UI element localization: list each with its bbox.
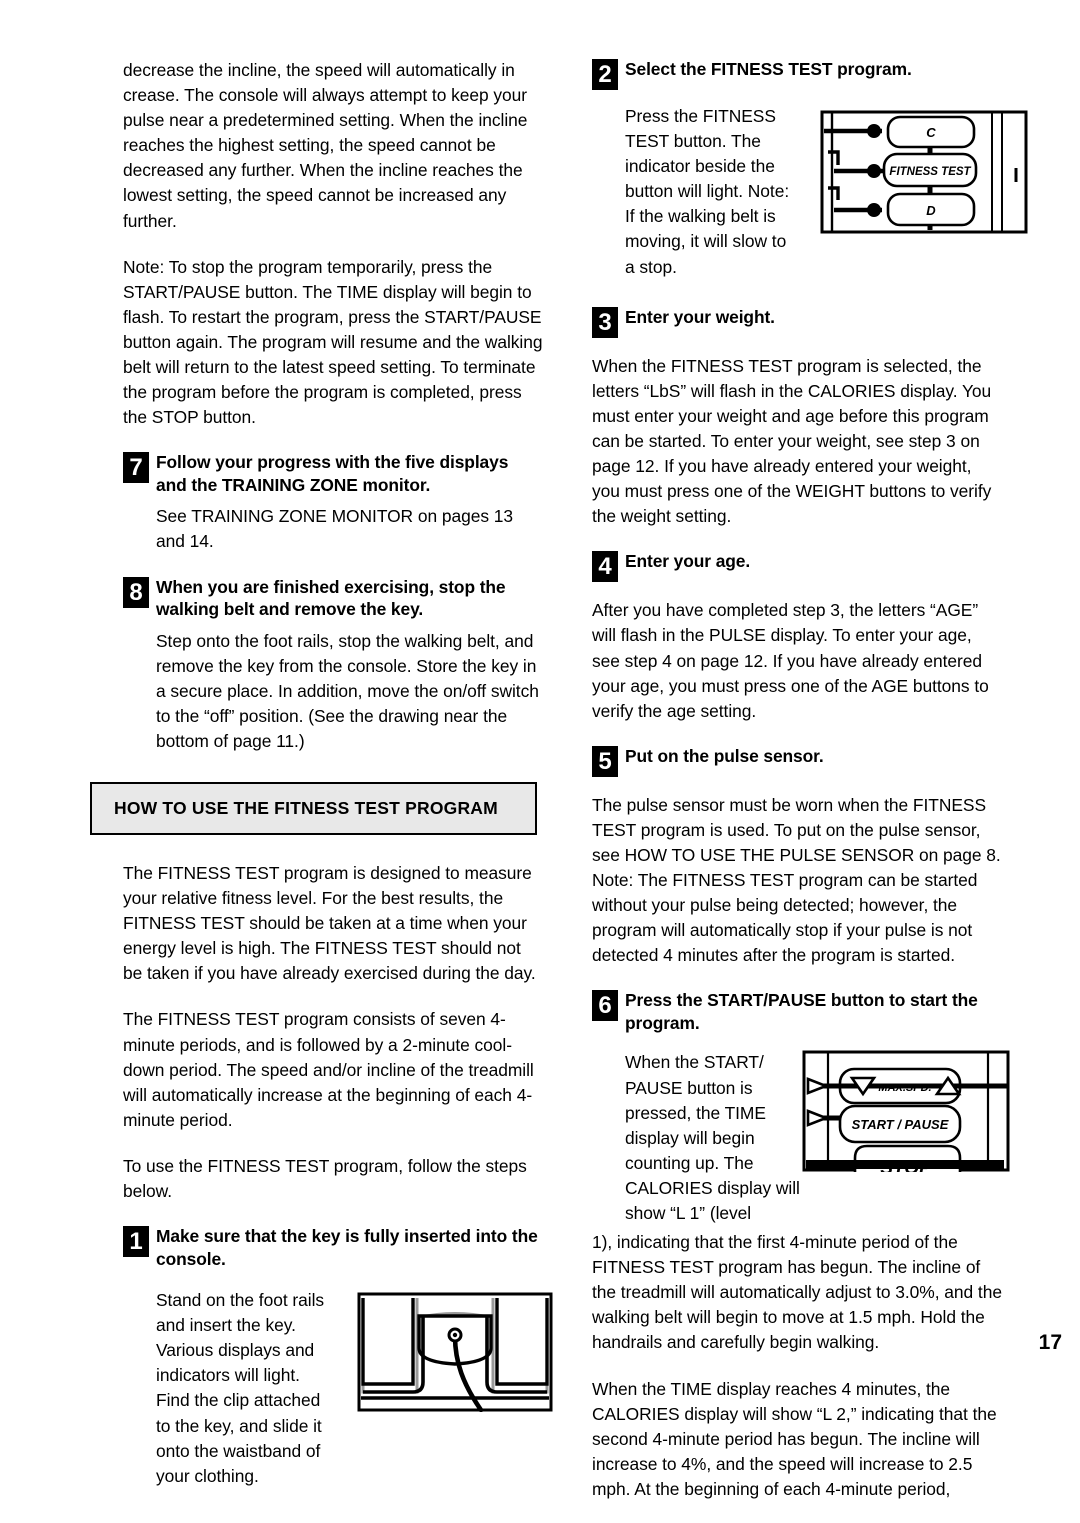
- step-3-title: Enter your weight.: [625, 306, 775, 327]
- right-column: 2 Select the FITNESS TEST program. Press…: [592, 58, 1028, 1523]
- step-4-body: After you have completed step 3, the let…: [592, 600, 989, 721]
- step-6-title: Press the START/PAUSE button to start th…: [625, 990, 978, 1033]
- step-6: 6 Press the START/PAUSE button to start …: [592, 989, 1004, 1034]
- step-5-title: Put on the pulse sensor.: [625, 745, 824, 766]
- step-4-number: 4: [592, 551, 618, 583]
- max-speed-button-label: MAX.SPD.: [878, 1082, 931, 1094]
- paragraph-incline-speed: decrease the incline, the speed will aut…: [123, 60, 528, 231]
- step-6-body-wrap: 1), indicating that the first 4-minute p…: [592, 1232, 1002, 1353]
- paragraph-note-stop-program: Note: To stop the program temporarily, p…: [123, 256, 543, 428]
- step-6-number: 6: [592, 990, 618, 1022]
- step-2-body: Press the FITNESS TEST button. The indic…: [625, 106, 790, 277]
- step-1-number: 1: [123, 1226, 149, 1258]
- step-7-number: 7: [123, 452, 149, 484]
- step-5-body: The pulse sensor must be worn when the F…: [592, 794, 1001, 966]
- step-5: 5 Put on the pulse sensor.: [592, 745, 1004, 777]
- step-6-body-narrow: When the START/ PAUSE button is pressed,…: [625, 1052, 800, 1223]
- step-6-body-last: When the TIME display reaches 4 minutes,…: [592, 1378, 997, 1499]
- step-8: 8 When you are finished exercising, stop…: [123, 576, 543, 621]
- start-pause-button-label: START / PAUSE: [852, 1117, 949, 1132]
- step-4: 4 Enter your age.: [592, 550, 1004, 583]
- console-button-panel-diagram: C FITNESS TEST D: [820, 110, 1028, 234]
- step-7: 7 Follow your progress with the five dis…: [123, 451, 543, 496]
- step-8-number: 8: [123, 576, 149, 608]
- manual-page: decrease the incline, the speed will aut…: [0, 0, 1080, 1499]
- console-button-label-fitness-test: FITNESS TEST: [889, 166, 971, 178]
- console-button-label-d: D: [926, 203, 936, 218]
- step-8-title: When you are finished exercising, stop t…: [156, 576, 506, 620]
- step-5-number: 5: [592, 745, 618, 777]
- key-insertion-diagram: [357, 1292, 553, 1413]
- paragraph-fitness-test-intro-3: To use the FITNESS TEST program, follow …: [123, 1155, 527, 1201]
- step-3: 3 Enter your weight.: [592, 306, 1004, 338]
- start-pause-button-diagram: MAX.SPD. START / PAUSE STOP: [802, 1050, 1010, 1173]
- step-1-body: Stand on the foot rails and insert the k…: [156, 1290, 325, 1486]
- step-8-body: Step onto the foot rails, stop the walki…: [156, 630, 539, 751]
- step-4-title: Enter your age.: [625, 551, 751, 572]
- step-3-body: When the FITNESS TEST program is selecte…: [592, 355, 992, 527]
- step-3-number: 3: [592, 306, 618, 338]
- console-button-label-c: C: [926, 125, 936, 140]
- step-2-number: 2: [592, 59, 618, 90]
- step-6-content: When the START/ PAUSE button is pressed,…: [592, 1050, 1010, 1226]
- step-1-content: Stand on the foot rails and insert the k…: [156, 1288, 553, 1489]
- step-2-title: Select the FITNESS TEST program.: [625, 59, 912, 79]
- paragraph-fitness-test-intro-1: The FITNESS TEST program is designed to …: [123, 862, 536, 984]
- step-7-title: Follow your progress with the five displ…: [156, 452, 509, 495]
- page-number: 17: [1038, 1331, 1062, 1354]
- step-1-title: Make sure that the key is fully inserted…: [156, 1226, 538, 1269]
- step-2-content: Press the FITNESS TEST button. The indic…: [625, 104, 1028, 280]
- paragraph-fitness-test-intro-2: The FITNESS TEST program consists of sev…: [123, 1009, 534, 1130]
- section-banner-how-to-use-fitness-test: HOW TO USE THE FITNESS TEST PROGRAM: [90, 781, 537, 835]
- step-2: 2 Select the FITNESS TEST program.: [592, 58, 1004, 90]
- left-column: decrease the incline, the speed will aut…: [90, 58, 553, 1510]
- step-7-body: See TRAINING ZONE MONITOR on pages 13 an…: [156, 506, 514, 552]
- step-1: 1 Make sure that the key is fully insert…: [123, 1225, 543, 1270]
